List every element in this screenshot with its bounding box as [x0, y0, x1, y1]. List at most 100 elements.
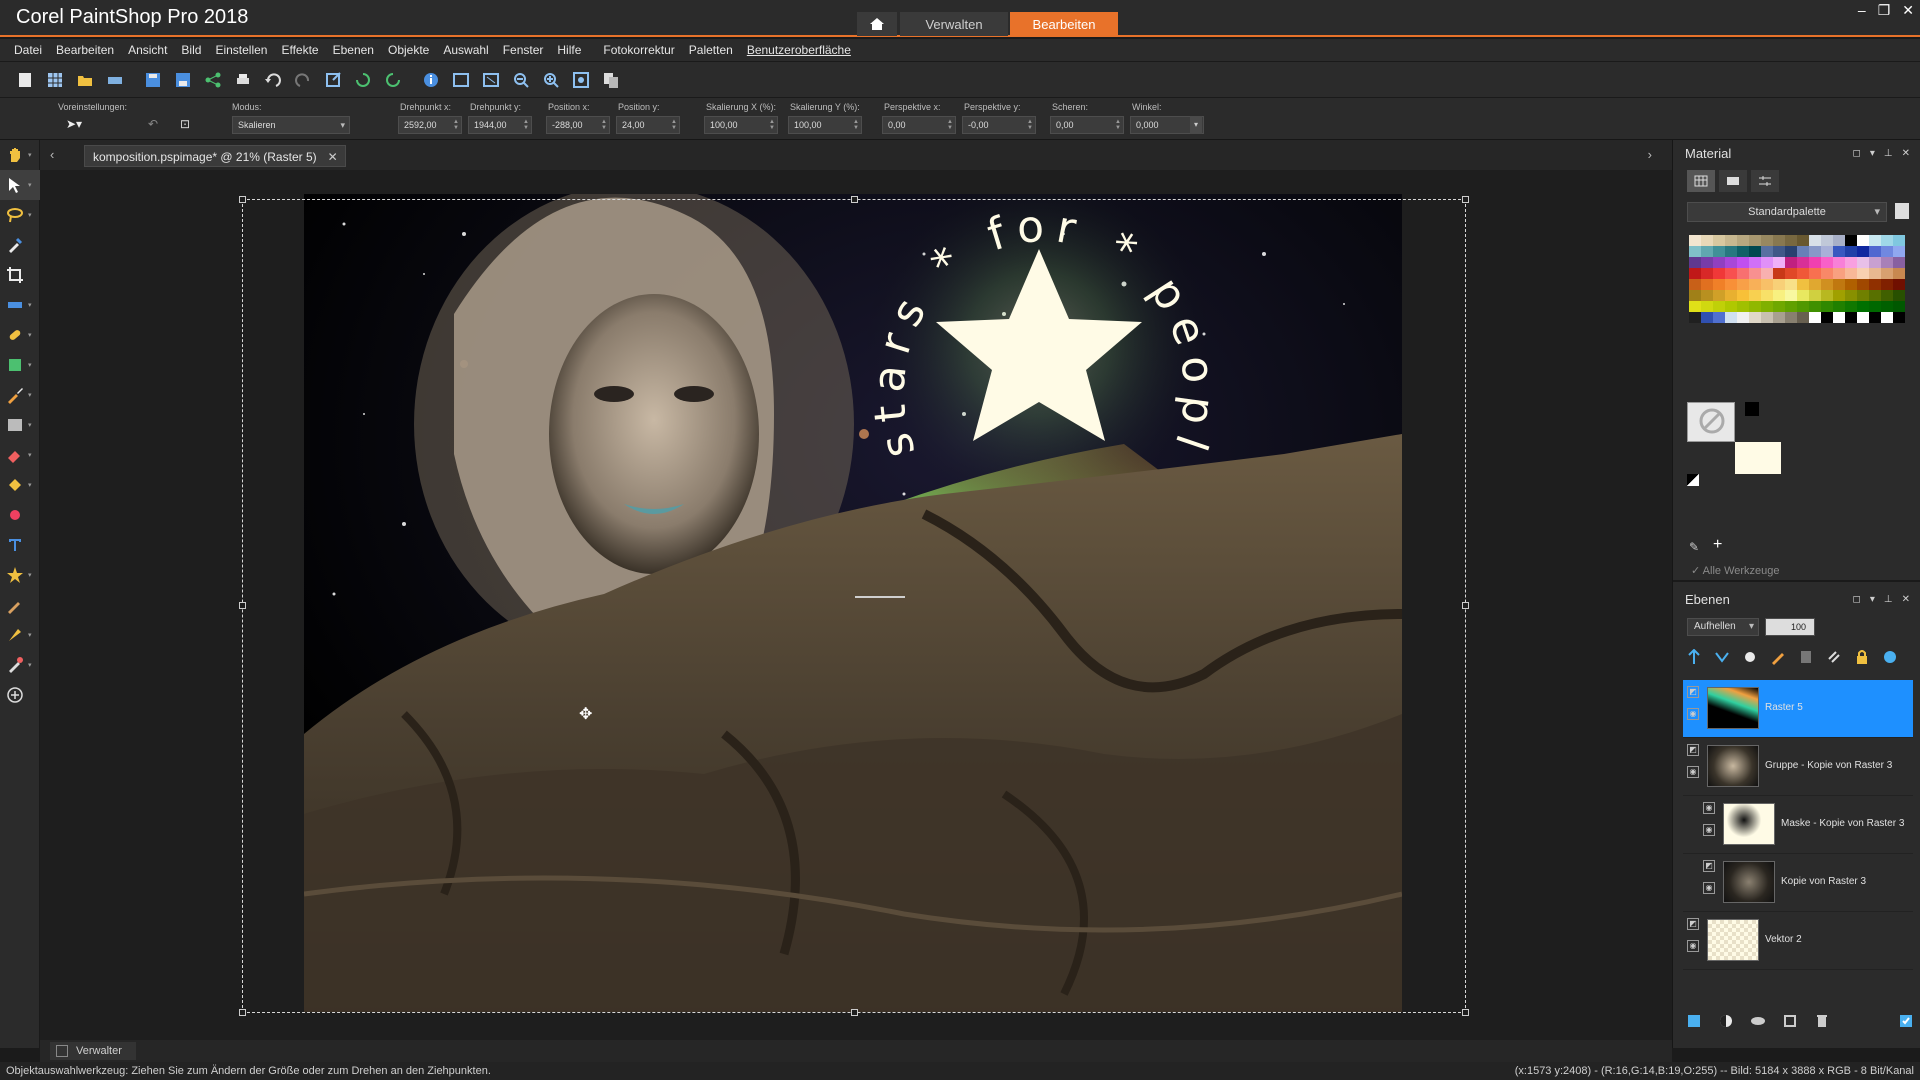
color-swatch[interactable] [1689, 246, 1701, 257]
fill-tool[interactable]: ▾ [0, 470, 40, 500]
tab-frame-icon[interactable] [1687, 170, 1715, 192]
color-swatch[interactable] [1845, 257, 1857, 268]
color-swatch[interactable] [1881, 290, 1893, 301]
rotate-right-button[interactable] [382, 69, 404, 91]
clone-tool[interactable]: ▾ [0, 350, 40, 380]
tab-verwalten[interactable]: Verwalten [900, 12, 1008, 36]
resize-handle-bottom-right[interactable] [1462, 1009, 1469, 1016]
new-button[interactable] [14, 69, 36, 91]
color-swatch[interactable] [1749, 235, 1761, 246]
menu-ansicht[interactable]: Ansicht [128, 43, 167, 57]
layer-row[interactable]: ◉ ◉ Maske - Kopie von Raster 3 [1683, 796, 1913, 854]
color-swatch[interactable] [1809, 279, 1821, 290]
color-swatch[interactable] [1881, 257, 1893, 268]
color-swatch[interactable] [1857, 312, 1869, 323]
color-swatch[interactable] [1785, 246, 1797, 257]
color-swatch[interactable] [1797, 301, 1809, 312]
layer-properties-icon[interactable] [1881, 648, 1899, 666]
color-swatch[interactable] [1749, 257, 1761, 268]
color-swatch[interactable] [1845, 235, 1857, 246]
color-swatch[interactable] [1701, 268, 1713, 279]
color-swatch[interactable] [1821, 268, 1833, 279]
fit-image-button[interactable] [480, 69, 502, 91]
color-swatch[interactable] [1713, 235, 1725, 246]
color-swatch[interactable] [1893, 268, 1905, 279]
panel-close-icon[interactable]: ✕ [1902, 148, 1910, 159]
document-tab[interactable]: komposition.pspimage* @ 21% (Raster 5) ✕ [84, 145, 346, 167]
menu-datei[interactable]: Datei [14, 43, 42, 57]
all-tools-checkbox[interactable]: ✓ Alle Werkzeuge [1691, 564, 1780, 577]
color-swatch[interactable] [1761, 235, 1773, 246]
color-swatch[interactable] [1725, 235, 1737, 246]
home-button[interactable] [857, 12, 897, 36]
tab-sliders-icon[interactable] [1751, 170, 1779, 192]
color-swatch[interactable] [1737, 290, 1749, 301]
color-swatch[interactable] [1833, 301, 1845, 312]
color-swatch[interactable] [1749, 301, 1761, 312]
print-button[interactable] [232, 69, 254, 91]
layer-visibility-icon[interactable]: ◉ [1687, 708, 1699, 720]
text-tool[interactable] [0, 530, 40, 560]
layer-visibility-icon[interactable]: ◉ [1703, 882, 1715, 894]
panel-pin-icon[interactable]: ⊥ [1884, 148, 1893, 159]
color-swatch[interactable] [1845, 268, 1857, 279]
retouch-tool[interactable]: ▾ [0, 650, 40, 680]
red-eye-tool[interactable]: ▾ [0, 320, 40, 350]
minimize-icon[interactable]: – [1858, 2, 1866, 19]
fit-window-button[interactable] [450, 69, 472, 91]
layer-row[interactable]: ▶ ◩ ◉ Vektor 2 [1683, 912, 1913, 970]
color-swatch[interactable] [1701, 235, 1713, 246]
color-swatch[interactable] [1713, 246, 1725, 257]
background-color-swatch[interactable] [1735, 442, 1781, 474]
color-swatch[interactable] [1725, 301, 1737, 312]
new-raster-layer-icon[interactable] [1685, 648, 1703, 666]
blend-mode-select[interactable]: Aufhellen [1687, 618, 1759, 636]
color-swatch[interactable] [1713, 312, 1725, 323]
color-swatch[interactable] [1845, 312, 1857, 323]
resize-handle-top-left[interactable] [239, 196, 246, 203]
palette-select[interactable]: Standardpalette [1687, 202, 1887, 222]
transform-icon[interactable]: ⊡ [180, 117, 190, 131]
color-swatch[interactable] [1821, 312, 1833, 323]
color-swatch[interactable] [1833, 246, 1845, 257]
share-button[interactable] [202, 69, 224, 91]
color-swatch[interactable] [1761, 290, 1773, 301]
color-swatch[interactable] [1809, 268, 1821, 279]
menu-hilfe[interactable]: Hilfe [557, 43, 581, 57]
zoom-out-button[interactable] [510, 69, 532, 91]
color-swatch[interactable] [1857, 290, 1869, 301]
color-swatch[interactable] [1869, 290, 1881, 301]
color-swatch[interactable] [1701, 290, 1713, 301]
menu-fenster[interactable]: Fenster [503, 43, 544, 57]
panel-float-icon[interactable]: ◻ [1853, 148, 1861, 159]
resize-button[interactable] [322, 69, 344, 91]
menu-bearbeiten[interactable]: Bearbeiten [56, 43, 114, 57]
scale-y-field[interactable]: 100,00 ▲ ▼ [788, 116, 862, 134]
color-swatch[interactable] [1893, 312, 1905, 323]
color-swatch[interactable] [1809, 301, 1821, 312]
open-button[interactable] [74, 69, 96, 91]
color-swatch[interactable] [1785, 290, 1797, 301]
color-swatch[interactable] [1821, 235, 1833, 246]
menu-auswahl[interactable]: Auswahl [443, 43, 488, 57]
resize-handle-bottom[interactable] [851, 1009, 858, 1016]
warp-brush-tool[interactable] [0, 590, 40, 620]
color-swatch[interactable] [1785, 257, 1797, 268]
new-adjustment-layer-icon[interactable] [1741, 648, 1759, 666]
link-layers-icon[interactable] [1825, 648, 1843, 666]
layers-close-icon[interactable]: ✕ [1902, 594, 1910, 605]
position-x-field[interactable]: -288,00 ▲ ▼ [546, 116, 610, 134]
layer-visibility-icon[interactable]: ◉ [1687, 766, 1699, 778]
zoom-in-button[interactable] [540, 69, 562, 91]
color-swatch[interactable] [1869, 301, 1881, 312]
layer-row[interactable]: ▼ ◩ ◉ Gruppe - Kopie von Raster 3 [1683, 738, 1913, 796]
color-swatch[interactable] [1761, 312, 1773, 323]
color-swatch[interactable] [1701, 279, 1713, 290]
color-swatch[interactable] [1869, 235, 1881, 246]
color-swatch[interactable] [1701, 257, 1713, 268]
color-swatch[interactable] [1797, 312, 1809, 323]
dropper-tool[interactable] [0, 230, 40, 260]
no-color-swatch[interactable] [1687, 402, 1735, 442]
color-swatch[interactable] [1725, 290, 1737, 301]
color-swatch[interactable] [1821, 279, 1833, 290]
